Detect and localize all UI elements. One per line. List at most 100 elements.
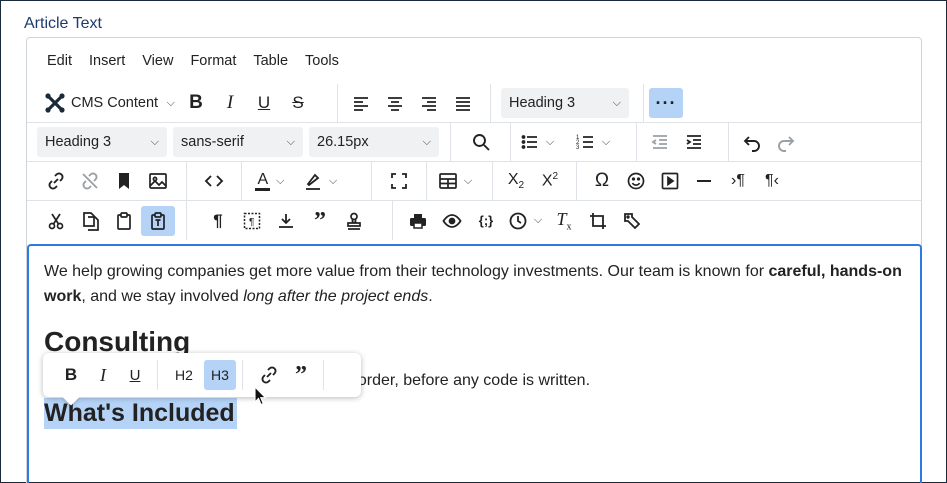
font-size-value: 26.15px	[317, 134, 369, 150]
underline-button[interactable]: U	[247, 88, 281, 118]
strikethrough-button[interactable]: S	[281, 88, 315, 118]
block-format-select-row2[interactable]: Heading 3 ⌵	[37, 127, 167, 157]
menu-table[interactable]: Table	[245, 47, 296, 75]
chevron-down-icon: ⌵	[463, 174, 473, 187]
link-button[interactable]	[39, 166, 73, 196]
anchor-button[interactable]	[107, 166, 141, 196]
consulting-paragraph-visible-text: t order, before any code is written.	[349, 372, 591, 389]
redo-button[interactable]	[769, 127, 803, 157]
fullscreen-button[interactable]	[382, 166, 416, 196]
text-color-button[interactable]: A ⌵	[248, 166, 292, 196]
superscript-button[interactable]: X2	[533, 166, 567, 196]
quick-italic-button[interactable]: I	[87, 360, 119, 390]
emoticons-button[interactable]	[619, 166, 653, 196]
page-break-button[interactable]	[269, 206, 303, 236]
indent-button[interactable]	[677, 127, 711, 157]
menu-edit[interactable]: Edit	[39, 47, 80, 75]
rich-text-editor: Edit Insert View Format Table Tools CMS …	[26, 37, 922, 483]
menu-insert[interactable]: Insert	[81, 47, 133, 75]
toolbar-group-tools: {;} ⌵ Tx	[393, 201, 655, 240]
menu-format[interactable]: Format	[182, 47, 244, 75]
copy-button[interactable]	[73, 206, 107, 236]
blockquote-button[interactable]: ”	[303, 206, 337, 236]
tag-button[interactable]	[615, 206, 649, 236]
special-char-button[interactable]: Ω	[585, 166, 619, 196]
ltr-button[interactable]: ›¶	[721, 166, 755, 196]
menu-tools[interactable]: Tools	[297, 47, 347, 75]
numbered-list-button[interactable]: 1 2 3 ⌵	[573, 127, 613, 157]
align-justify-button[interactable]	[446, 88, 480, 118]
template-button[interactable]	[337, 206, 371, 236]
quick-group-inline: B I U	[49, 360, 158, 390]
crop-button[interactable]	[581, 206, 615, 236]
toolbar-row-2: Heading 3 ⌵ sans-serif ⌵ 26.15px ⌵ ⌵ 123…	[27, 123, 921, 162]
clock-icon	[509, 212, 527, 229]
toolbar-group-fonts: Heading 3 ⌵ sans-serif ⌵ 26.15px ⌵	[27, 123, 451, 161]
toolbar-group-more: ···	[644, 84, 689, 122]
italic-button[interactable]: I	[213, 88, 247, 118]
clear-formatting-button[interactable]: Tx	[547, 206, 581, 236]
unlink-button[interactable]	[73, 166, 107, 196]
horizontal-rule-button[interactable]	[687, 166, 721, 196]
indent-icon	[686, 135, 701, 149]
numbered-list-icon: 123	[576, 135, 593, 151]
quick-underline-button[interactable]: U	[119, 360, 151, 390]
rtl-button[interactable]: ¶‹	[755, 166, 789, 196]
align-left-button[interactable]	[344, 88, 378, 118]
omega-icon: Ω	[594, 170, 610, 191]
bullet-list-button[interactable]: ⌵	[517, 127, 557, 157]
toolbar-row-3: A ⌵ ⌵ ⌵ X2 X2 Ω ›¶ ¶‹	[27, 162, 921, 201]
superscript-icon: X2	[541, 171, 559, 190]
bold-button[interactable]: B	[179, 88, 213, 118]
outdent-button[interactable]	[643, 127, 677, 157]
block-format-select-row1[interactable]: Heading 3 ⌵	[501, 88, 629, 118]
intro-text-mid: , and we stay involved	[81, 288, 244, 305]
align-right-button[interactable]	[412, 88, 446, 118]
scissors-icon	[48, 213, 64, 229]
font-family-value: sans-serif	[181, 134, 244, 150]
table-button[interactable]: ⌵	[433, 166, 477, 196]
paste-as-text-button[interactable]	[141, 205, 175, 236]
highlighter-icon	[305, 173, 320, 190]
table-icon	[438, 173, 457, 189]
background-color-button[interactable]: ⌵	[298, 166, 342, 196]
image-button[interactable]	[141, 166, 175, 196]
preview-button[interactable]	[435, 206, 469, 236]
quote-icon: ”	[314, 207, 326, 234]
font-family-select[interactable]: sans-serif ⌵	[173, 127, 303, 157]
intro-italic-text: long after the project ends	[243, 288, 429, 305]
chevron-down-icon: ⌵	[150, 135, 159, 148]
toolbar-group-history	[729, 123, 821, 161]
paste-button[interactable]	[107, 206, 141, 236]
subscript-button[interactable]: X2	[499, 166, 533, 196]
toolbar-row-1: CMS Content ⌵ B I U S Heading 3 ⌵ ···	[27, 84, 921, 123]
align-right-icon	[422, 97, 436, 111]
code-sample-button[interactable]: {;}	[469, 206, 503, 236]
cut-button[interactable]	[39, 206, 73, 236]
visual-blocks-button[interactable]: ¶	[235, 206, 269, 236]
quick-blockquote-button[interactable]: ”	[285, 360, 317, 390]
print-button[interactable]	[401, 206, 435, 236]
menu-view[interactable]: View	[134, 47, 181, 75]
insert-datetime-button[interactable]: ⌵	[503, 206, 547, 236]
font-size-select[interactable]: 26.15px ⌵	[309, 127, 439, 157]
quick-h2-button[interactable]: H2	[168, 360, 200, 390]
code-icon	[204, 175, 224, 187]
visual-chars-button[interactable]: ¶	[201, 206, 235, 236]
clipboard-icon	[117, 211, 131, 230]
more-toolbar-button[interactable]: ···	[649, 88, 683, 118]
intro-text: We help growing companies get more value…	[44, 263, 769, 280]
quick-bold-button[interactable]: B	[55, 360, 87, 390]
toolbar-group-blocks2: ¶ ¶ ”	[187, 201, 393, 240]
quick-h3-button[interactable]: H3	[204, 360, 236, 390]
menubar: Edit Insert View Format Table Tools	[27, 38, 921, 84]
quick-group-headings: H2 H3	[158, 360, 243, 390]
source-code-button[interactable]	[197, 166, 231, 196]
copy-icon	[83, 211, 99, 231]
cms-content-dropdown[interactable]: CMS Content ⌵	[39, 88, 179, 118]
stamp-icon	[347, 212, 361, 230]
search-replace-button[interactable]	[464, 127, 498, 157]
undo-button[interactable]	[735, 127, 769, 157]
align-center-button[interactable]	[378, 88, 412, 118]
media-button[interactable]	[653, 166, 687, 196]
